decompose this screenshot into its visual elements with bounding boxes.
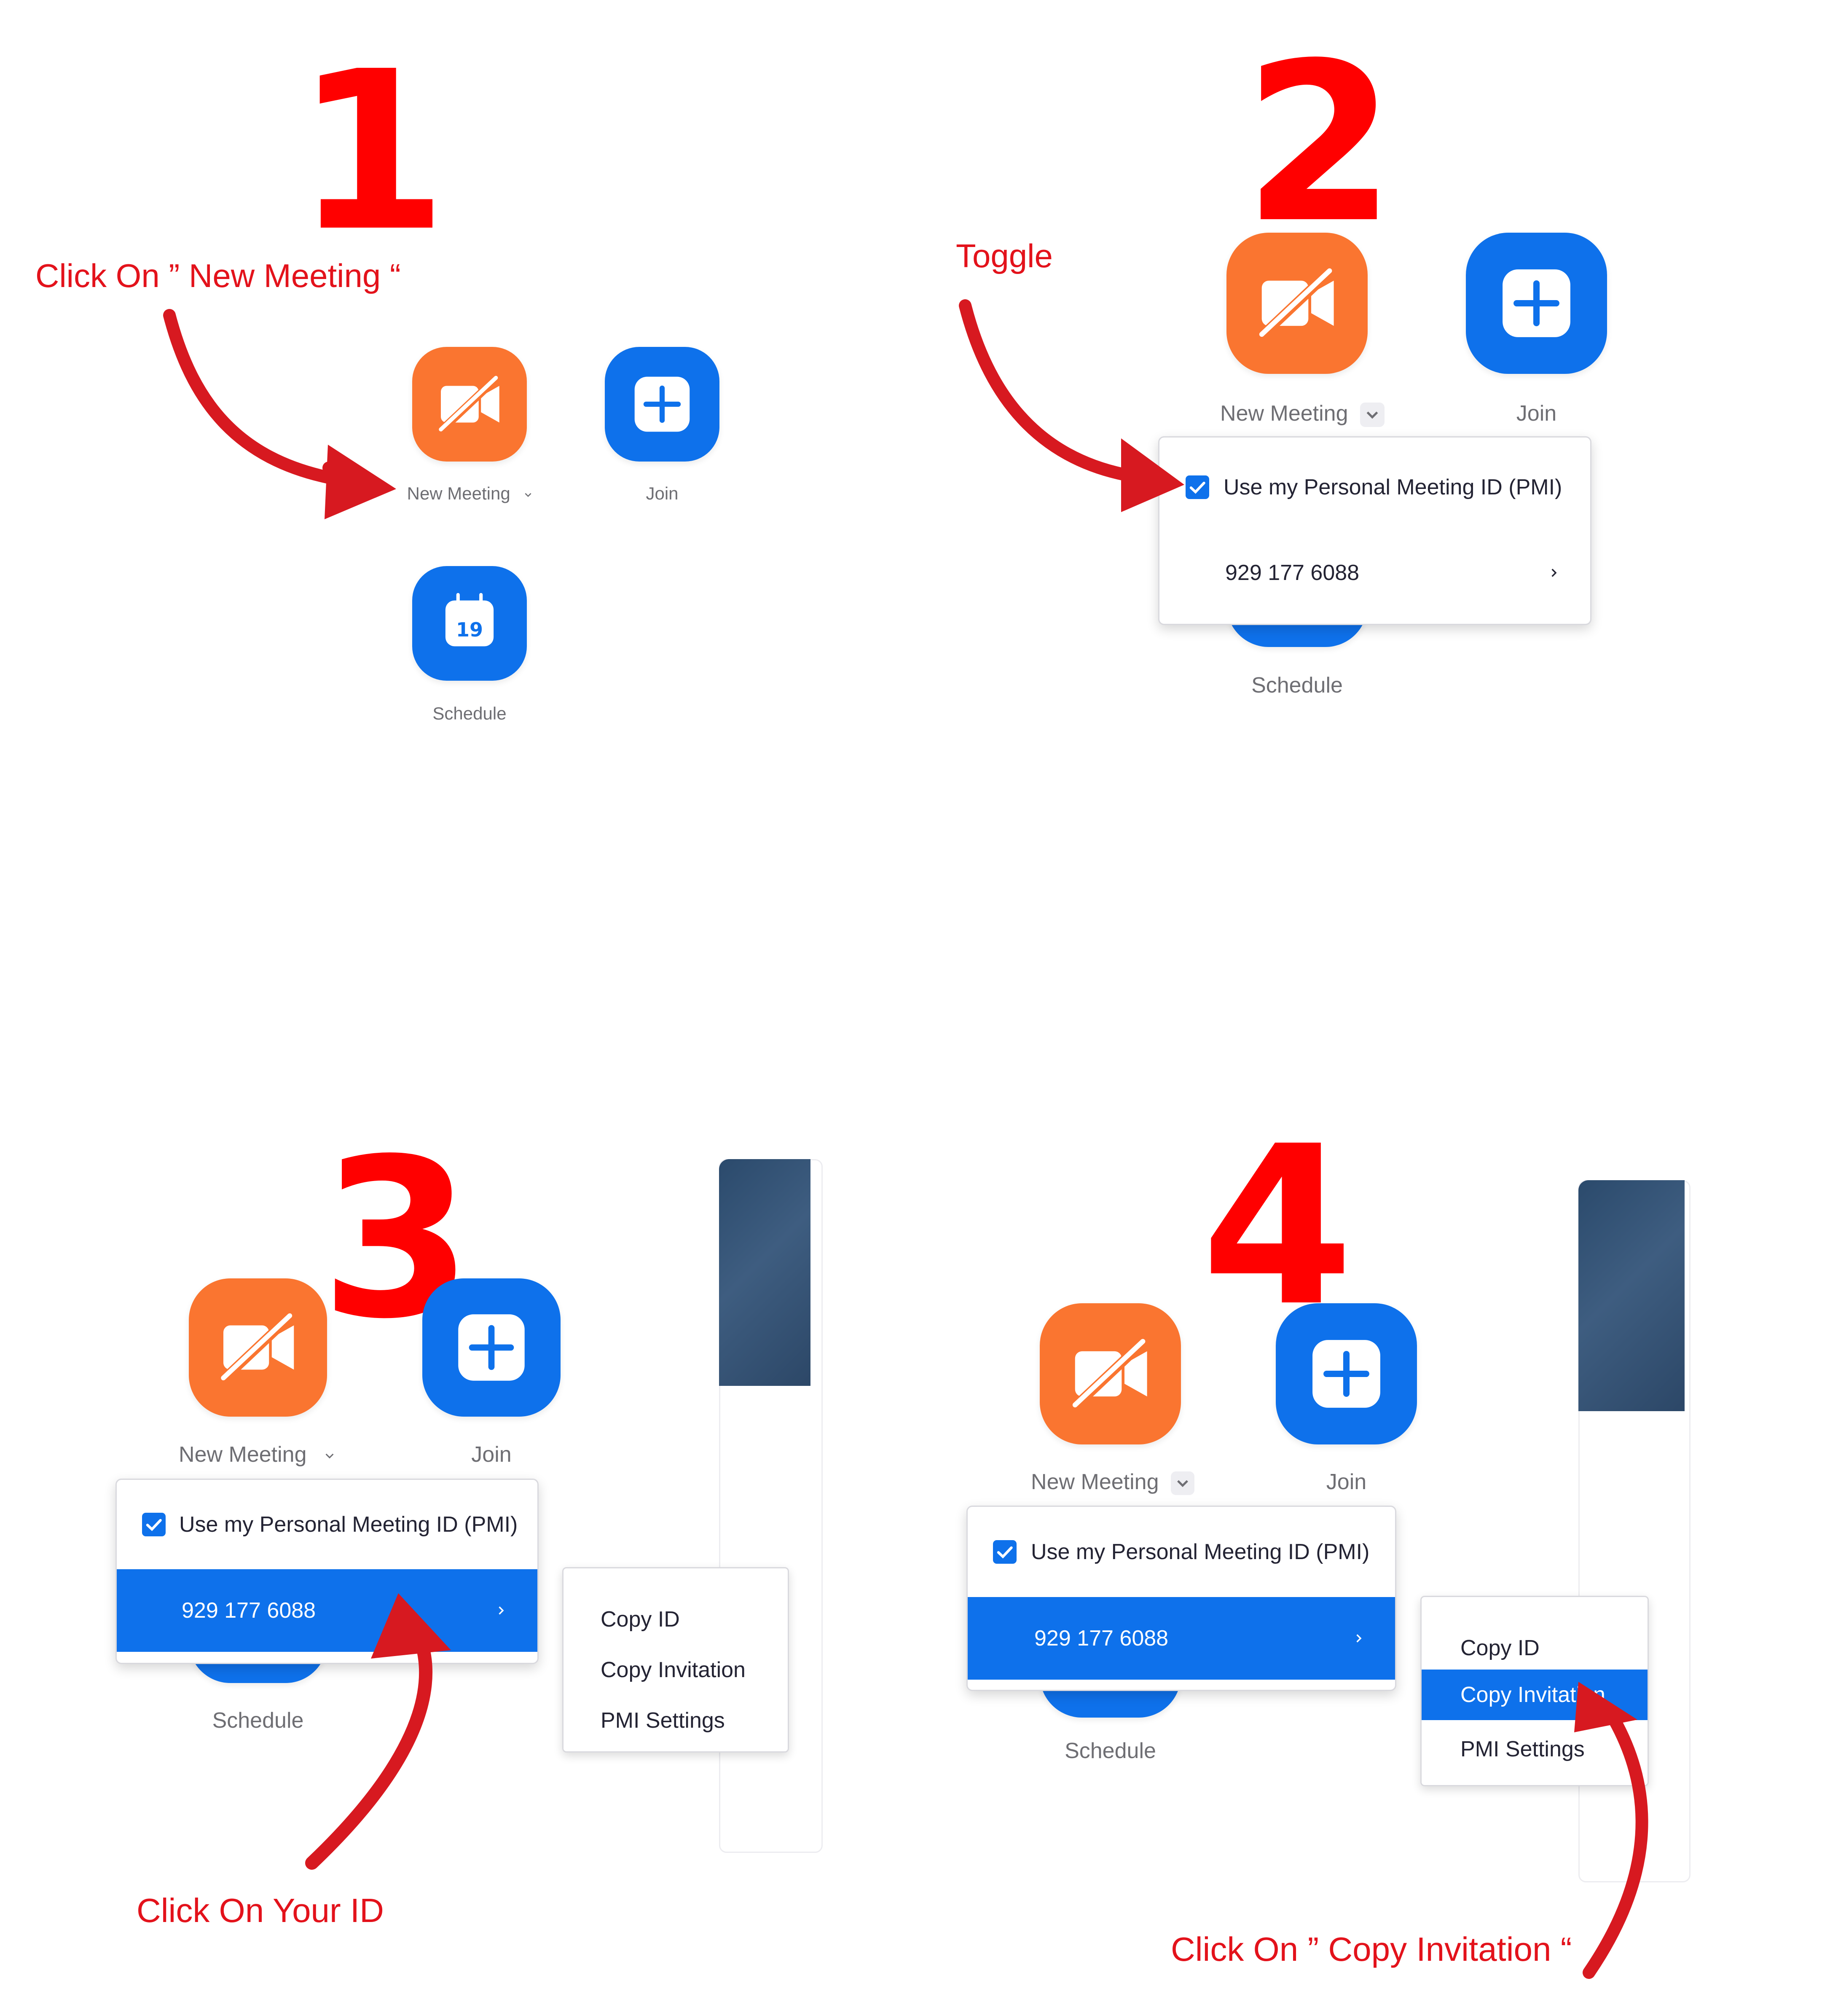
arrow-step-4 bbox=[1574, 1682, 1648, 1979]
annotation-arrows bbox=[163, 299, 1648, 1979]
arrow-step-2 bbox=[959, 299, 1184, 512]
arrow-step-3 bbox=[305, 1593, 451, 1870]
arrow-step-1 bbox=[163, 309, 396, 519]
